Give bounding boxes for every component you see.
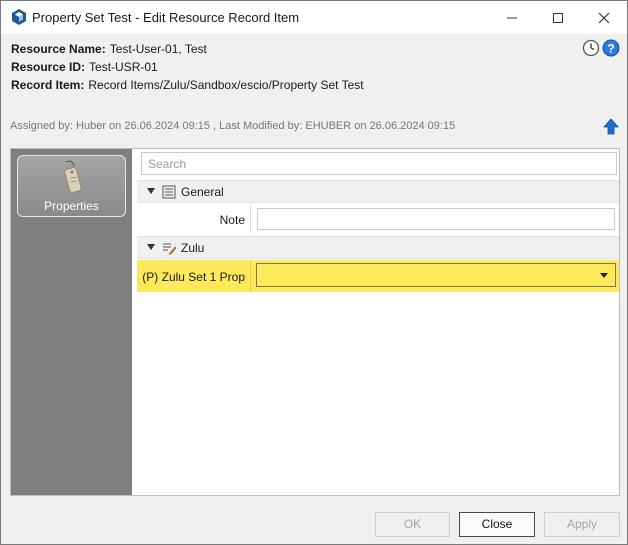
apply-button[interactable]: Apply (544, 512, 620, 537)
record-item-value: Record Items/Zulu/Sandbox/escio/Property… (88, 78, 364, 92)
maximize-icon (553, 12, 563, 23)
title-bar: Property Set Test - Edit Resource Record… (1, 1, 627, 34)
sidebar-item-label: Properties (44, 199, 99, 213)
property-label: (P) Zulu Set 1 Prop (142, 270, 245, 284)
list-icon (162, 185, 176, 199)
upload-arrow-icon[interactable] (603, 118, 619, 136)
window-title: Property Set Test - Edit Resource Record… (32, 10, 300, 25)
resource-id-label: Resource ID: (11, 60, 86, 74)
ok-button[interactable]: OK (375, 512, 450, 537)
close-icon (598, 12, 610, 23)
sidebar-item-properties[interactable]: Properties (17, 155, 126, 217)
note-input[interactable] (257, 208, 615, 230)
app-logo-icon (12, 9, 26, 25)
record-item-row: Record Item: Record Items/Zulu/Sandbox/es… (11, 78, 364, 92)
zulu-set-1-prop-dropdown[interactable] (256, 263, 616, 287)
resource-name-label: Resource Name: (11, 42, 106, 56)
sidebar: Properties (11, 149, 132, 495)
column-divider (250, 205, 251, 233)
list-edit-icon (163, 243, 176, 255)
property-label: Note (219, 213, 245, 227)
properties-content: Properties General Note (10, 148, 620, 496)
close-window-button[interactable] (581, 1, 627, 34)
property-grid: General Note Zulu (P) Zulu Set 1 Prop (137, 149, 619, 495)
history-icon[interactable] (582, 39, 600, 57)
minimize-button[interactable] (489, 1, 535, 34)
close-button[interactable]: Close (459, 512, 535, 537)
record-item-label: Record Item: (11, 78, 85, 92)
minimize-icon (507, 17, 517, 18)
maximize-button[interactable] (535, 1, 581, 34)
resource-id-value: Test-USR-01 (89, 60, 158, 74)
assignment-info: Assigned by: Huber on 26.06.2024 09:15 ,… (10, 120, 456, 132)
resource-name-row: Resource Name: Test-User-01, Test (11, 42, 207, 56)
column-divider (250, 260, 251, 292)
chevron-down-icon[interactable] (600, 273, 608, 278)
group-name: Zulu (181, 241, 205, 255)
collapse-triangle-icon[interactable] (147, 244, 155, 250)
resource-id-row: Resource ID: Test-USR-01 (11, 60, 158, 74)
group-name: General (181, 185, 224, 199)
property-row-note: Note (137, 205, 619, 233)
help-icon[interactable]: ? (602, 39, 620, 57)
search-input[interactable] (141, 152, 617, 175)
tag-icon (64, 160, 82, 193)
collapse-triangle-icon[interactable] (147, 188, 155, 194)
dialog-window: Property Set Test - Edit Resource Record… (0, 0, 628, 545)
group-header-general[interactable]: General (137, 180, 619, 203)
property-row-zulu-set-1-prop: (P) Zulu Set 1 Prop (137, 260, 619, 292)
svg-text:?: ? (607, 42, 614, 56)
resource-name-value: Test-User-01, Test (109, 42, 207, 56)
group-header-zulu[interactable]: Zulu (137, 236, 619, 259)
